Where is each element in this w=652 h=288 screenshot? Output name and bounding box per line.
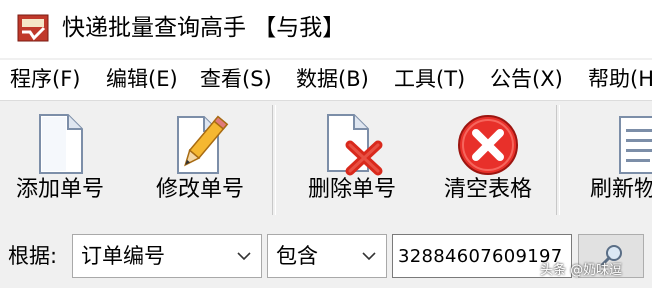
match-type-select[interactable]: 包含 bbox=[267, 234, 387, 278]
document-pencil-icon bbox=[177, 115, 229, 174]
chevron-down-icon bbox=[362, 252, 376, 261]
menu-view[interactable]: 查看(S) bbox=[200, 64, 272, 94]
menu-data[interactable]: 数据(B) bbox=[296, 64, 369, 94]
clear-table-label: 清空表格 bbox=[443, 177, 532, 202]
refresh-button[interactable]: 刷新物 bbox=[582, 101, 652, 219]
toolbar-divider bbox=[272, 105, 276, 215]
chevron-down-icon bbox=[237, 252, 251, 261]
menu-help[interactable]: 帮助(H bbox=[588, 64, 652, 94]
search-field-value: 订单编号 bbox=[81, 244, 165, 268]
window-title: 快递批量查询高手 【与我】 bbox=[62, 15, 346, 41]
menu-notice[interactable]: 公告(X) bbox=[490, 64, 563, 94]
search-by-label: 根据: bbox=[8, 244, 58, 268]
match-type-value: 包含 bbox=[276, 244, 318, 268]
search-input-value: 32884607609197 bbox=[398, 246, 563, 267]
menu-edit[interactable]: 编辑(E) bbox=[106, 64, 178, 94]
clear-table-button[interactable]: 清空表格 bbox=[428, 101, 548, 219]
toolbar: 添加单号 修改单号 删除单号 清空表格 刷新物 bbox=[0, 101, 652, 223]
edit-number-button[interactable]: 修改单号 bbox=[140, 101, 260, 219]
document-red-x-icon bbox=[327, 114, 383, 176]
add-number-label: 添加单号 bbox=[15, 177, 104, 202]
blank-document-icon bbox=[39, 114, 83, 174]
red-circle-x-icon bbox=[458, 115, 518, 175]
delete-number-label: 删除单号 bbox=[307, 177, 396, 202]
delete-number-button[interactable]: 删除单号 bbox=[292, 101, 412, 219]
menu-tools[interactable]: 工具(T) bbox=[394, 64, 465, 94]
add-number-button[interactable]: 添加单号 bbox=[2, 101, 118, 219]
edit-number-label: 修改单号 bbox=[155, 177, 244, 202]
document-lines-icon bbox=[619, 116, 652, 174]
watermark-text: 头条 @奶味逗 bbox=[540, 263, 623, 278]
app-icon bbox=[17, 14, 49, 42]
refresh-label: 刷新物 bbox=[590, 177, 652, 202]
search-field-select[interactable]: 订单编号 bbox=[72, 234, 262, 278]
toolbar-divider bbox=[556, 105, 560, 215]
menu-program[interactable]: 程序(F) bbox=[10, 64, 80, 94]
menu-bar: 程序(F) 编辑(E) 查看(S) 数据(B) 工具(T) 公告(X) 帮助(H bbox=[0, 60, 652, 101]
title-bar: 快递批量查询高手 【与我】 bbox=[0, 0, 652, 58]
